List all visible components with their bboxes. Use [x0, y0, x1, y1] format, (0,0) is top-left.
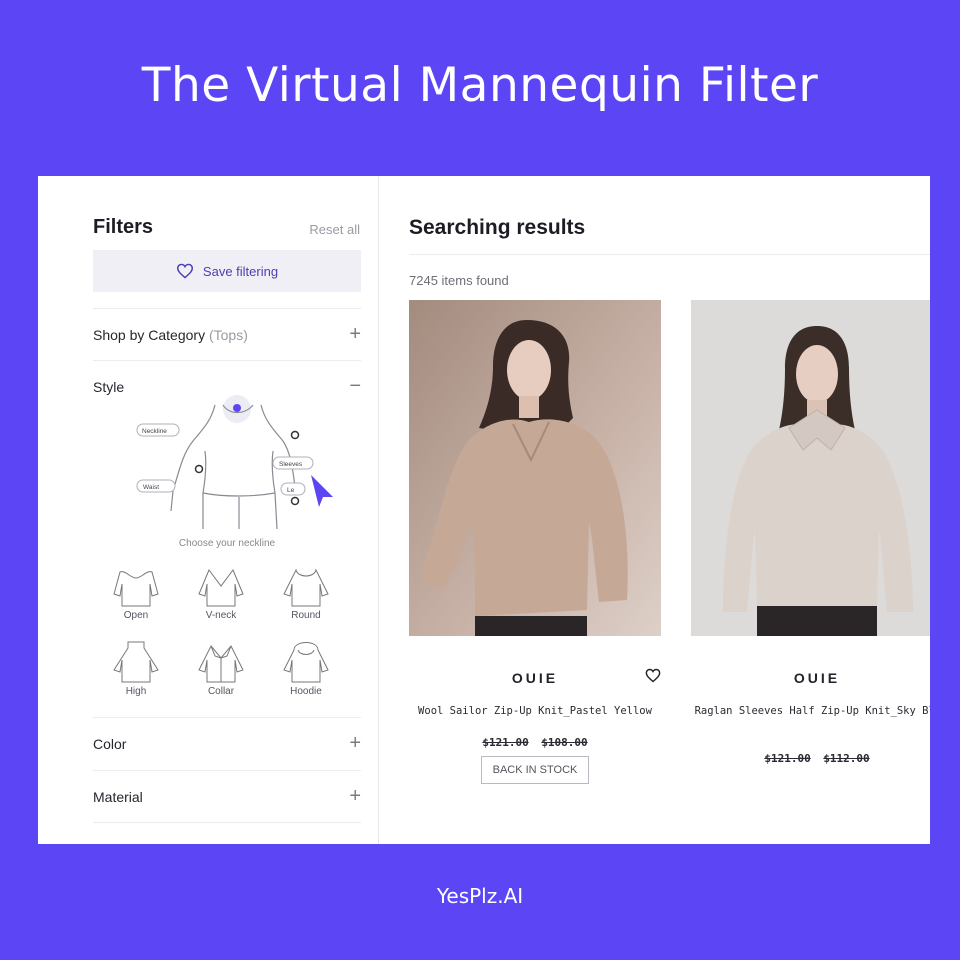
- neckline-hotspot[interactable]: [233, 404, 241, 412]
- neckline-caption: Choose your neckline: [178, 538, 276, 549]
- style-label: Style: [93, 378, 125, 395]
- app-panel: Filters Reset all Save filtering Shop by…: [38, 176, 930, 844]
- sleeves-tag: Sleeves: [279, 461, 303, 468]
- product-prices: $121.00 $108.00: [409, 736, 661, 749]
- filter-row-category[interactable]: Shop by Category (Tops) +: [93, 308, 361, 360]
- headline: The Virtual Mannequin Filter: [141, 58, 819, 113]
- save-filtering-label: Save filtering: [202, 263, 279, 279]
- product-card[interactable]: OUIE Wool Sailor Zip-Up Knit_Pastel Yell…: [409, 300, 661, 784]
- v-neck-icon: [198, 569, 244, 607]
- product-brand: OUIE: [793, 670, 841, 686]
- heart-outline-icon: [176, 263, 193, 279]
- waist-hotspot[interactable]: [194, 464, 204, 474]
- waist-tag: Waist: [143, 484, 159, 491]
- neckline-option-open[interactable]: Open: [105, 564, 167, 621]
- reset-all-link[interactable]: Reset all: [309, 222, 360, 237]
- filter-row-divider: [93, 822, 361, 844]
- cursor-icon: [311, 475, 333, 507]
- sale-price: $108.00: [541, 736, 588, 749]
- neckline-option-v-neck[interactable]: V-neck: [190, 564, 252, 621]
- round-label: Round: [291, 610, 321, 621]
- product-photo[interactable]: [409, 300, 661, 636]
- length-tag: Le: [287, 487, 295, 494]
- product-name[interactable]: Wool Sailor Zip-Up Knit_Pastel Yellow: [409, 704, 661, 719]
- neckline-option-round[interactable]: Round: [275, 564, 337, 621]
- open-neckline-icon: [113, 571, 159, 607]
- sale-price: $112.00: [823, 752, 870, 765]
- filters-title: Filters: [93, 216, 154, 238]
- model-photo-illustration: [691, 300, 930, 636]
- filter-row-color[interactable]: Color +: [93, 717, 361, 769]
- neckline-option-high[interactable]: High: [105, 640, 167, 697]
- results-area: Searching results 7245 items found OUIE …: [380, 176, 930, 844]
- plus-icon[interactable]: +: [349, 785, 361, 808]
- save-filtering-button[interactable]: Save filtering: [93, 250, 361, 292]
- product-photo[interactable]: [691, 300, 930, 636]
- product-card[interactable]: OUIE Raglan Sleeves Half Zip-Up Knit_Sky…: [691, 300, 930, 765]
- category-value: (Tops): [208, 326, 248, 343]
- high-neck-icon: [113, 641, 159, 683]
- material-label: Material: [93, 788, 143, 805]
- filter-row-material[interactable]: Material +: [93, 770, 361, 822]
- results-divider: [409, 254, 930, 255]
- category-label: Shop by Category: [93, 326, 206, 343]
- collar-icon: [198, 645, 244, 683]
- neckline-option-collar[interactable]: Collar: [190, 640, 252, 697]
- items-found-count: 7245 items found: [409, 273, 509, 288]
- results-title: Searching results: [409, 216, 586, 239]
- v-neck-label: V-neck: [205, 610, 237, 621]
- category-label-group: Shop by Category (Tops): [93, 327, 248, 343]
- color-label: Color: [93, 735, 127, 752]
- filters-sidebar: Filters Reset all Save filtering Shop by…: [38, 176, 379, 844]
- wishlist-heart-icon[interactable]: [645, 668, 661, 683]
- length-hotspot[interactable]: [290, 496, 300, 506]
- original-price: $121.00: [482, 736, 529, 749]
- plus-icon[interactable]: +: [349, 732, 361, 755]
- brand-footer: YesPlz.AI: [436, 884, 524, 908]
- product-prices: $121.00 $112.00: [691, 752, 930, 765]
- model-photo-illustration: [409, 300, 661, 636]
- neckline-option-hoodie[interactable]: Hoodie: [275, 640, 337, 697]
- open-label: Open: [123, 610, 149, 621]
- product-brand: OUIE: [511, 670, 559, 686]
- original-price: $121.00: [764, 752, 811, 765]
- back-in-stock-button[interactable]: BACK IN STOCK: [481, 756, 589, 784]
- product-name[interactable]: Raglan Sleeves Half Zip-Up Knit_Sky Blue: [691, 704, 930, 719]
- collar-label: Collar: [207, 686, 235, 697]
- minus-icon[interactable]: −: [349, 375, 361, 398]
- hoodie-icon: [283, 642, 329, 683]
- virtual-mannequin[interactable]: Neckline Sleeves Waist Le: [133, 391, 343, 531]
- round-neck-icon: [283, 568, 329, 607]
- sleeves-hotspot[interactable]: [290, 430, 300, 440]
- plus-icon[interactable]: +: [349, 323, 361, 346]
- high-label: High: [125, 686, 147, 697]
- neckline-tag: Neckline: [142, 428, 167, 435]
- hoodie-label: Hoodie: [290, 686, 322, 697]
